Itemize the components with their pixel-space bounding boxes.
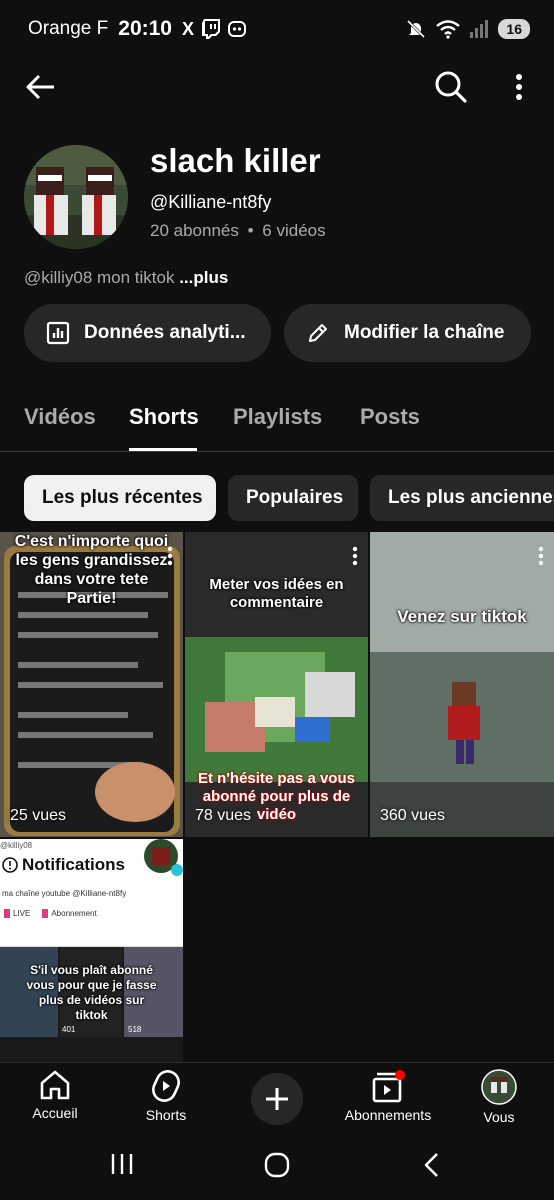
description-text: @killiy08 mon tiktok <box>24 268 175 287</box>
mini-view-count: 401 <box>62 1025 76 1034</box>
mute-icon <box>407 19 426 39</box>
home-button-icon[interactable] <box>264 1152 290 1178</box>
tiktok-handle: @killiy08 <box>0 841 33 850</box>
nav-shorts-label: Shorts <box>145 1107 187 1123</box>
chip-popular[interactable]: Populaires <box>228 475 358 521</box>
top-app-bar <box>0 58 554 116</box>
profile-image <box>144 839 183 876</box>
carrier-label: Orange F <box>28 18 109 39</box>
wifi-icon <box>436 20 461 39</box>
channel-avatar[interactable] <box>24 145 128 249</box>
system-navigation-bar <box>0 1140 554 1200</box>
recent-apps-icon[interactable] <box>110 1152 134 1176</box>
more-vertical-icon[interactable] <box>538 546 544 566</box>
more-vertical-icon <box>516 74 522 100</box>
tab-playlists[interactable]: Playlists <box>233 404 322 430</box>
search-button[interactable] <box>432 68 470 106</box>
channel-tabs: Vidéos Shorts Playlists Posts <box>0 380 554 452</box>
notifications-title: Notifications <box>22 855 125 874</box>
signal-icon <box>470 20 489 38</box>
tab-posts[interactable]: Posts <box>360 404 420 430</box>
status-bar: Orange F 20:10 X 16 <box>0 0 554 58</box>
short-tile[interactable]: @killiy08 Notifications ma chaîne youtub… <box>0 839 183 1062</box>
channel-handle: @Killiane-nt8fy <box>150 192 272 212</box>
short-view-count: 360 vues <box>380 807 445 824</box>
active-tab-indicator <box>129 448 197 451</box>
shorts-icon <box>152 1070 180 1102</box>
nav-you[interactable]: Vous <box>444 1069 554 1125</box>
discord-icon <box>228 21 246 37</box>
mini-view-count: 518 <box>128 1025 142 1034</box>
live-badge: LIVE <box>4 909 30 918</box>
more-link[interactable]: ...plus <box>179 268 228 287</box>
nav-shorts[interactable]: Shorts <box>111 1069 221 1123</box>
abonnement-badge: Abonnement <box>42 909 97 918</box>
x-icon: X <box>181 18 194 39</box>
short-thumbnail <box>370 532 554 837</box>
short-tile[interactable]: Venez sur tiktok 360 vues <box>370 532 554 837</box>
channel-description[interactable]: @killiy08 mon tiktok ...plus <box>24 268 228 288</box>
create-button[interactable] <box>251 1073 303 1125</box>
tiktok-toolbar <box>0 927 183 947</box>
short-overlay-text: Venez sur tiktok <box>397 607 527 626</box>
subscriber-count: 20 abonnés <box>150 221 239 240</box>
analytics-button[interactable]: Données analyti... <box>24 304 271 362</box>
twitch-icon <box>202 19 220 39</box>
short-tile[interactable]: Meter vos idées en commentaire Et n'hési… <box>185 532 368 837</box>
more-vertical-icon[interactable] <box>352 546 358 566</box>
pencil-icon <box>309 324 327 342</box>
analytics-label: Données analyti... <box>84 322 246 343</box>
notifications-header: Notifications <box>2 855 125 875</box>
short-tile[interactable]: C'est n'importe quoi les gens grandissez… <box>0 532 183 837</box>
battery-indicator: 16 <box>498 19 530 39</box>
short-overlay-text: C'est n'importe quoi les gens grandissez… <box>14 533 169 607</box>
bio-line: ma chaîne youtube @Killiane-nt8fy <box>2 889 127 898</box>
stats-separator: • <box>247 221 254 240</box>
short-view-count: 25 vues <box>10 807 67 824</box>
bottom-navigation: Accueil Shorts Abonnements Vous <box>0 1062 554 1140</box>
nav-home[interactable]: Accueil <box>0 1069 110 1121</box>
system-back-icon[interactable] <box>422 1152 442 1178</box>
short-view-count: 78 vues <box>195 807 252 824</box>
info-icon <box>2 857 18 873</box>
avatar-icon <box>481 1069 517 1105</box>
nav-home-label: Accueil <box>32 1105 78 1121</box>
edit-channel-label: Modifier la chaîne <box>344 322 505 343</box>
short-overlay-text: Meter vos idées en commentaire <box>209 576 344 611</box>
nav-subscriptions[interactable]: Abonnements <box>333 1069 443 1123</box>
notification-icons: X <box>182 19 246 40</box>
plus-icon <box>266 1088 288 1110</box>
avatar-image <box>24 145 128 249</box>
profile-badges: LIVE Abonnement <box>4 909 97 918</box>
video-count: 6 vidéos <box>262 221 326 240</box>
tab-videos[interactable]: Vidéos <box>24 404 96 430</box>
chip-oldest[interactable]: Les plus anciennes <box>370 475 554 521</box>
more-vertical-icon[interactable] <box>167 546 173 566</box>
subscriptions-icon <box>372 1070 405 1103</box>
more-options-button[interactable] <box>505 68 533 106</box>
channel-stats: 20 abonnés • 6 vidéos <box>150 221 326 241</box>
short-overlay-text: S'il vous plaît abonné vous pour que je … <box>26 963 157 1022</box>
system-status: 16 <box>406 19 530 39</box>
analytics-icon <box>46 321 70 345</box>
back-button[interactable] <box>22 68 60 106</box>
chip-recent[interactable]: Les plus récentes <box>24 475 216 521</box>
home-icon <box>40 1070 70 1100</box>
channel-name: slach killer <box>150 142 321 179</box>
search-icon <box>435 71 467 103</box>
back-arrow-icon <box>26 74 54 100</box>
edit-channel-button[interactable]: Modifier la chaîne <box>284 304 531 362</box>
tab-shorts[interactable]: Shorts <box>129 404 199 430</box>
nav-subscriptions-label: Abonnements <box>344 1107 432 1123</box>
clock: 20:10 <box>118 17 172 40</box>
nav-you-label: Vous <box>483 1109 515 1125</box>
